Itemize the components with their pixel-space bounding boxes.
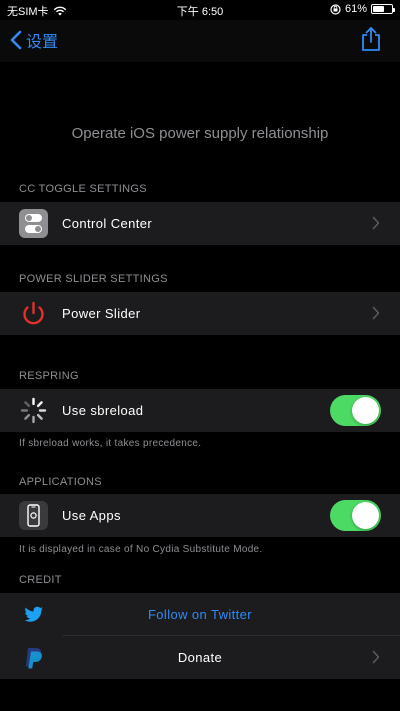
follow-on-twitter-row[interactable]: Follow on Twitter [0, 593, 400, 636]
donate-label: Donate [177, 650, 223, 665]
section-header-credit: CREDIT [19, 574, 62, 586]
chevron-left-icon [10, 30, 22, 50]
applications-footer: It is displayed in case of No Cydia Subs… [19, 544, 263, 555]
section-header-power-slider: POWER SLIDER SETTINGS [19, 273, 168, 285]
use-apps-label: Use Apps [62, 508, 121, 523]
toggle-knob [352, 502, 379, 529]
donate-row[interactable]: Donate [0, 636, 400, 679]
use-sbreload-toggle[interactable] [330, 395, 381, 426]
chevron-right-icon [372, 650, 380, 664]
battery-percent: 61% [344, 3, 367, 15]
status-bar: 无SIM卡 下午 6:50 61% [0, 0, 400, 20]
share-icon [362, 27, 380, 51]
control-center-row[interactable]: Control Center [0, 202, 400, 245]
battery-fill [373, 6, 384, 12]
orientation-lock-icon [330, 3, 341, 15]
use-sbreload-label: Use sbreload [62, 403, 144, 418]
status-right: 61% [330, 3, 395, 15]
back-button-label: 设置 [26, 34, 59, 51]
toggle-knob [352, 397, 379, 424]
use-apps-row: Use Apps [0, 494, 400, 537]
follow-on-twitter-label: Follow on Twitter [147, 607, 253, 622]
use-apps-toggle[interactable] [330, 500, 381, 531]
spinner-icon [19, 396, 48, 425]
phone-apps-icon [19, 501, 48, 530]
navigation-bar: 设置 [0, 20, 400, 62]
share-button[interactable] [360, 26, 382, 57]
back-button[interactable]: 设置 [10, 28, 58, 52]
power-slider-row[interactable]: Power Slider [0, 292, 400, 335]
section-header-applications: APPLICATIONS [19, 476, 102, 488]
control-center-label: Control Center [62, 216, 153, 231]
battery-icon [371, 4, 395, 14]
page-header-title: Operate iOS power supply relationship [71, 125, 329, 142]
respring-footer: If sbreload works, it takes precedence. [19, 438, 202, 449]
toggle-switch-icon [19, 209, 48, 238]
chevron-right-icon [372, 216, 380, 230]
section-header-cc-toggle: CC TOGGLE SETTINGS [19, 183, 147, 195]
section-header-respring: RESPRING [19, 370, 79, 382]
power-icon [19, 299, 48, 328]
chevron-right-icon [372, 306, 380, 320]
power-slider-label: Power Slider [62, 306, 141, 321]
use-sbreload-row: Use sbreload [0, 389, 400, 432]
